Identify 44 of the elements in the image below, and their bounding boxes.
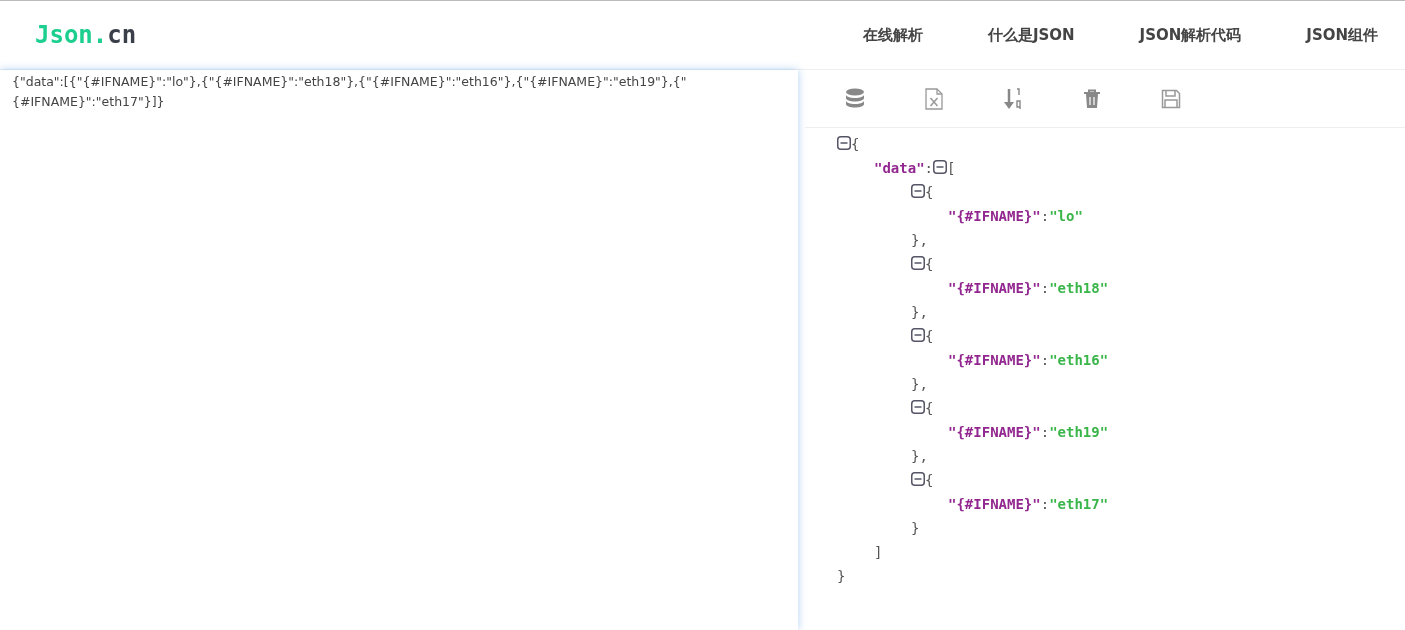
collapse-icon[interactable]	[933, 160, 947, 174]
json-value: "eth17"	[1049, 496, 1109, 512]
colon: :	[1040, 496, 1050, 512]
open-bracket: {	[925, 184, 934, 200]
collapse-icon[interactable]	[911, 256, 925, 270]
close-bracket: },	[911, 304, 928, 320]
json-key: "data"	[874, 160, 925, 176]
json-input-field[interactable]: {"data":[{"{#IFNAME}":"lo"},{"{#IFNAME}":"eth18"},{"{#IFNAME}":"eth16"},{"{#IFNAME}":"eth19"},{"{#IFNAME}":"eth17"}]}	[0, 70, 798, 630]
json-value: "eth18"	[1049, 280, 1109, 296]
open-bracket: {	[851, 136, 860, 152]
nav-link[interactable]: JSON组件	[1306, 23, 1378, 47]
open-bracket: [	[947, 160, 956, 176]
json-key: "{#IFNAME}"	[948, 496, 1041, 512]
open-bracket: {	[925, 472, 934, 488]
close-bracket: ]	[874, 544, 883, 560]
collapse-icon[interactable]	[911, 328, 925, 342]
json-value: "eth16"	[1049, 352, 1109, 368]
close-bracket: }	[837, 568, 846, 584]
json-key: "{#IFNAME}"	[948, 280, 1041, 296]
colon: :	[1040, 424, 1050, 440]
close-bracket: },	[911, 232, 928, 248]
colon: :	[1040, 280, 1050, 296]
colon: :	[1040, 352, 1050, 368]
json-value: "eth19"	[1049, 424, 1109, 440]
json-key: "{#IFNAME}"	[948, 352, 1041, 368]
colon: :	[924, 160, 933, 176]
json-key: "{#IFNAME}"	[948, 424, 1041, 440]
collapse-icon[interactable]	[911, 400, 925, 414]
site-logo[interactable]: Json.cn	[35, 17, 137, 53]
close-bracket: }	[911, 520, 920, 536]
json-value: "lo"	[1049, 208, 1083, 224]
nav-link[interactable]: JSON解析代码	[1139, 23, 1242, 47]
json-key: "{#IFNAME}"	[948, 208, 1041, 224]
collapse-icon[interactable]	[911, 184, 925, 198]
close-bracket: },	[911, 376, 928, 392]
open-bracket: {	[925, 328, 934, 344]
collapse-icon[interactable]	[837, 136, 851, 150]
close-bracket: },	[911, 448, 928, 464]
open-bracket: {	[925, 400, 934, 416]
colon: :	[1040, 208, 1050, 224]
nav-link[interactable]: 什么是JSON	[987, 23, 1075, 47]
collapse-icon[interactable]	[911, 472, 925, 486]
nav-link[interactable]: 在线解析	[862, 23, 923, 47]
open-bracket: {	[925, 256, 934, 272]
